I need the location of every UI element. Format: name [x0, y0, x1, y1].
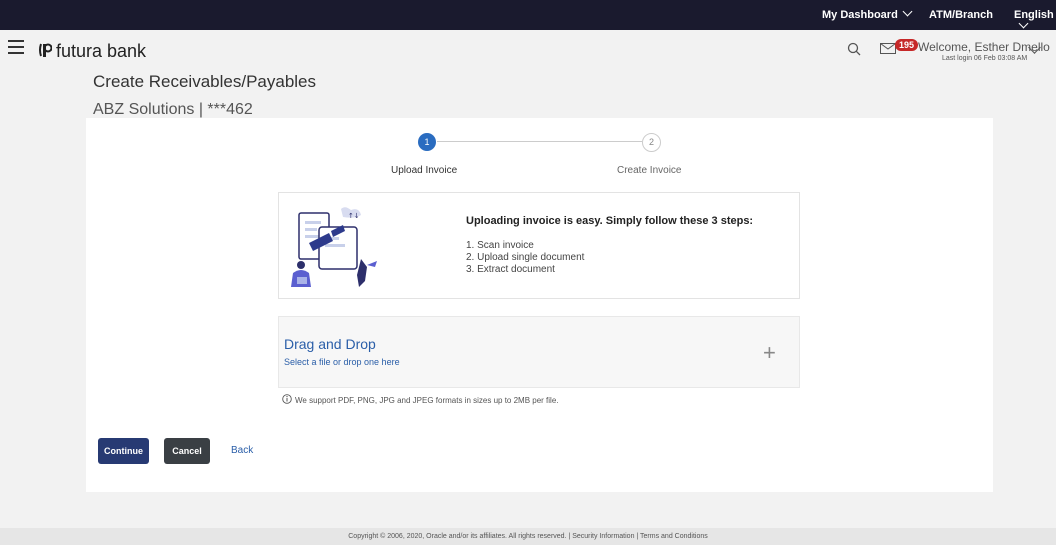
dropzone-title: Drag and Drop [284, 336, 376, 352]
bank-logo-icon [39, 43, 52, 57]
step-1-label: Upload Invoice [391, 165, 458, 176]
atm-branch-link[interactable]: ATM/Branch [929, 9, 993, 21]
instruction-step-3: 3. Extract document [466, 264, 555, 275]
file-dropzone[interactable] [278, 316, 800, 388]
bank-name: futura bank [56, 41, 147, 61]
chevron-down-icon [1018, 18, 1029, 29]
main-card [86, 118, 993, 492]
info-icon [282, 394, 292, 404]
upload-illustration: ↑↓ [291, 207, 377, 287]
instructions-title: Uploading invoice is easy. Simply follow… [466, 215, 754, 227]
my-dashboard-label: My Dashboard [822, 9, 898, 21]
header: futura bank 195 Welcome, Esther Dmello L… [0, 30, 1056, 68]
svg-text:↑↓: ↑↓ [348, 212, 360, 220]
notification-badge[interactable]: 195 [895, 39, 919, 51]
step-2-label: Create Invoice [617, 165, 682, 176]
dropzone-select-file-link[interactable]: Select a file or drop one here [284, 357, 400, 367]
step-2-indicator: 2 [642, 133, 661, 152]
my-dashboard-menu[interactable]: My Dashboard [822, 6, 913, 21]
party-subtitle: ABZ Solutions | ***462 [93, 101, 253, 118]
footer: Copyright © 2006, 2020, Oracle and/or it… [0, 528, 1056, 545]
support-note: We support PDF, PNG, JPG and JPEG format… [282, 393, 559, 405]
plus-icon[interactable]: + [763, 342, 776, 364]
language-label: English [1014, 9, 1054, 21]
bank-logo[interactable]: futura bank [38, 39, 146, 62]
chevron-down-icon [902, 6, 913, 17]
top-bar: My Dashboard ATM/Branch English [0, 0, 1056, 30]
step-1-indicator: 1 [418, 133, 436, 151]
instruction-step-1: 1. Scan invoice [466, 240, 534, 251]
menu-icon[interactable] [8, 40, 24, 54]
stepper-connector [437, 141, 642, 142]
support-note-text: We support PDF, PNG, JPG and JPEG format… [295, 396, 559, 405]
continue-button[interactable]: Continue [98, 438, 149, 464]
last-login-text: Last login 06 Feb 03:08 AM [942, 55, 1028, 62]
cancel-button[interactable]: Cancel [164, 438, 210, 464]
page-title: Create Receivables/Payables [93, 72, 317, 91]
instruction-step-2: 2. Upload single document [466, 252, 585, 263]
mail-icon[interactable] [880, 43, 896, 54]
back-link[interactable]: Back [231, 445, 253, 456]
search-icon[interactable] [847, 42, 861, 56]
